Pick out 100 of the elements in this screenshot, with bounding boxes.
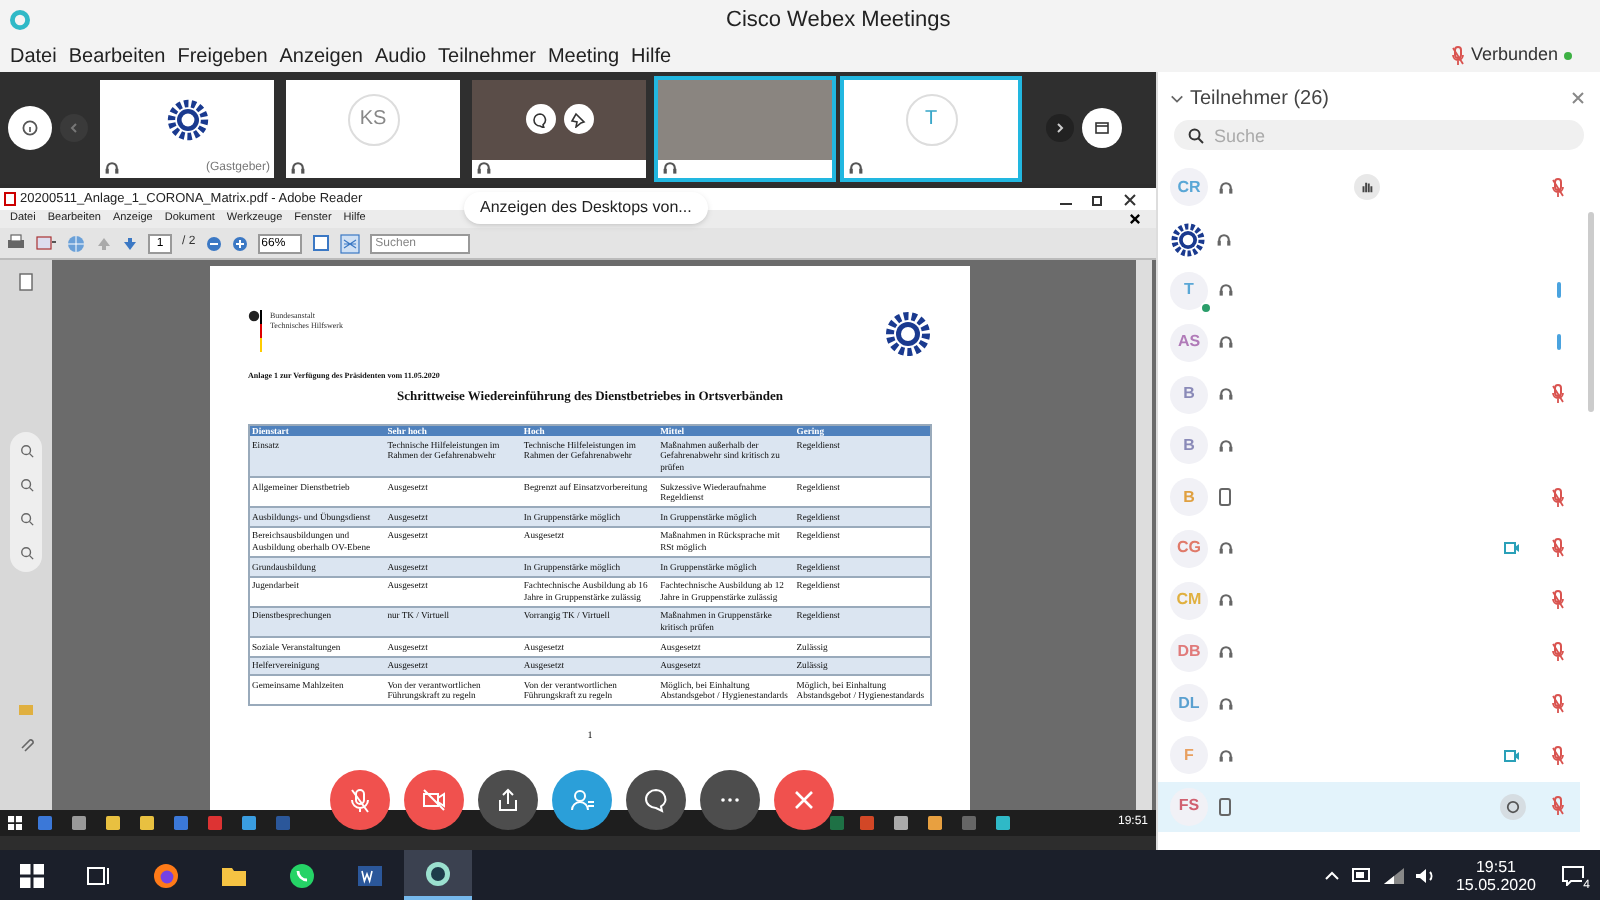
video-camera-icon: [1504, 749, 1520, 762]
menu-item[interactable]: Freigeben: [171, 41, 274, 71]
scrollbar[interactable]: [1588, 212, 1594, 412]
video-camera-icon: [1504, 542, 1520, 555]
task-view-icon: [84, 861, 112, 889]
layout-button[interactable]: [1082, 108, 1122, 148]
muted-microphone-icon: [1552, 745, 1564, 766]
close-icon: [790, 786, 818, 814]
headset-icon: [476, 160, 492, 176]
panel-title: Teilnehmer (26): [1190, 85, 1329, 113]
printer-icon[interactable]: [6, 234, 26, 252]
avatar-initials: CR: [1177, 175, 1201, 200]
windows-start-icon[interactable]: [20, 863, 44, 887]
window-title: Cisco Webex Meetings: [726, 5, 951, 36]
menu-item[interactable]: Anzeigen: [273, 41, 369, 71]
notification-icon: [1561, 865, 1583, 885]
attachment-icon[interactable]: [18, 736, 34, 752]
close-icon[interactable]: [1130, 214, 1140, 224]
battery-icon[interactable]: [1351, 868, 1372, 882]
muted-microphone-icon: [1552, 487, 1564, 508]
pages-icon[interactable]: [18, 272, 34, 292]
restore-icon[interactable]: [1092, 193, 1104, 205]
word-icon: [356, 861, 384, 889]
previous-button[interactable]: [60, 114, 88, 142]
fit-page-icon[interactable]: [311, 234, 330, 252]
muted-microphone-icon: [1552, 177, 1564, 198]
zoom-in-icon[interactable]: [19, 512, 33, 526]
menu-item[interactable]: Meeting: [541, 41, 626, 71]
chat-button[interactable]: [525, 104, 555, 134]
chat-icon: [642, 786, 670, 814]
avatar-initials: AS: [1177, 330, 1201, 355]
audio-level-icon: [1555, 282, 1561, 299]
organization-logo-icon: [884, 310, 932, 358]
windows-start-icon[interactable]: [8, 816, 22, 830]
arrow-down-icon[interactable]: [122, 235, 138, 251]
wifi-icon[interactable]: [1383, 867, 1404, 883]
fit-width-icon[interactable]: [339, 233, 360, 253]
video-off-icon: [420, 786, 448, 814]
avatar-initials: B: [1183, 485, 1195, 510]
info-icon: [22, 120, 38, 136]
organization-logo-icon: [165, 97, 209, 141]
menu-item[interactable]: Hilfe: [625, 41, 678, 71]
muted-microphone-icon: [1552, 693, 1564, 714]
muted-microphone-icon: [1552, 384, 1564, 405]
share-icon: [494, 786, 522, 814]
menu-item[interactable]: Teilnehmer: [432, 41, 542, 71]
muted-microphone-icon: [1552, 642, 1564, 663]
chevron-up-icon[interactable]: [1323, 867, 1340, 883]
window-icon: [1094, 120, 1110, 136]
envelope-icon[interactable]: [36, 234, 56, 252]
pin-icon: [570, 111, 586, 127]
chevron-down-icon[interactable]: [1170, 91, 1184, 105]
scrollbar[interactable]: [1136, 260, 1152, 810]
headset-icon: [848, 160, 864, 176]
next-button[interactable]: [1046, 114, 1074, 142]
avatar-initials: B: [1183, 433, 1195, 458]
muted-microphone-icon: [1452, 46, 1465, 66]
pin-button[interactable]: [563, 104, 593, 134]
avatar-initials: T: [1184, 278, 1194, 303]
headset-icon: [290, 160, 306, 176]
clock-date: 15.05.2020: [1455, 875, 1536, 893]
person-icon: [568, 786, 596, 814]
chat-icon: [1505, 799, 1519, 814]
muted-microphone-icon: [1552, 796, 1564, 817]
headset-icon: [104, 160, 120, 176]
avatar-initials: B: [1183, 382, 1195, 407]
speaker-icon[interactable]: [1415, 867, 1436, 883]
muted-microphone-icon: [1552, 538, 1564, 559]
avatar: T: [905, 93, 957, 145]
avatar-initials: F: [1184, 743, 1194, 768]
firefox-icon: [152, 861, 180, 889]
close-icon[interactable]: [1124, 193, 1136, 205]
app-logo-icon: [8, 8, 32, 32]
taskbar-button[interactable]: [404, 850, 472, 900]
muted-microphone-icon: [346, 786, 374, 814]
info-button[interactable]: [8, 106, 52, 150]
search-field[interactable]: Suche: [1174, 120, 1584, 150]
search-icon: [1188, 127, 1204, 143]
avatar-initials: DB: [1177, 640, 1201, 665]
menu-item[interactable]: Audio: [368, 41, 433, 71]
webex-icon: [424, 859, 452, 887]
video-tile[interactable]: [654, 75, 836, 181]
chevron-left-icon: [68, 122, 80, 134]
menu-item[interactable]: Bearbeiten: [62, 41, 172, 71]
avatar-initials: FS: [1178, 794, 1200, 819]
zoom-out-icon[interactable]: [205, 235, 222, 251]
connection-status: Verbunden: [1470, 42, 1558, 69]
organization-logo-icon: [1170, 221, 1206, 258]
headset-icon: [662, 160, 678, 176]
avatar-initials: CG: [1177, 536, 1201, 561]
menu-item[interactable]: Datei: [4, 41, 63, 71]
audio-level-icon: [1555, 334, 1561, 351]
avatar-initials: DL: [1178, 691, 1200, 716]
federal-eagle-flag-icon: [248, 310, 264, 354]
avatar: KS: [347, 93, 399, 145]
avatar-initials: CM: [1176, 588, 1202, 613]
zoom-out-icon[interactable]: [19, 546, 33, 560]
clock-time: 19:51: [1475, 857, 1516, 875]
chat-icon: [532, 111, 548, 127]
sharing-banner: Anzeigen des Desktops von...: [464, 192, 708, 224]
